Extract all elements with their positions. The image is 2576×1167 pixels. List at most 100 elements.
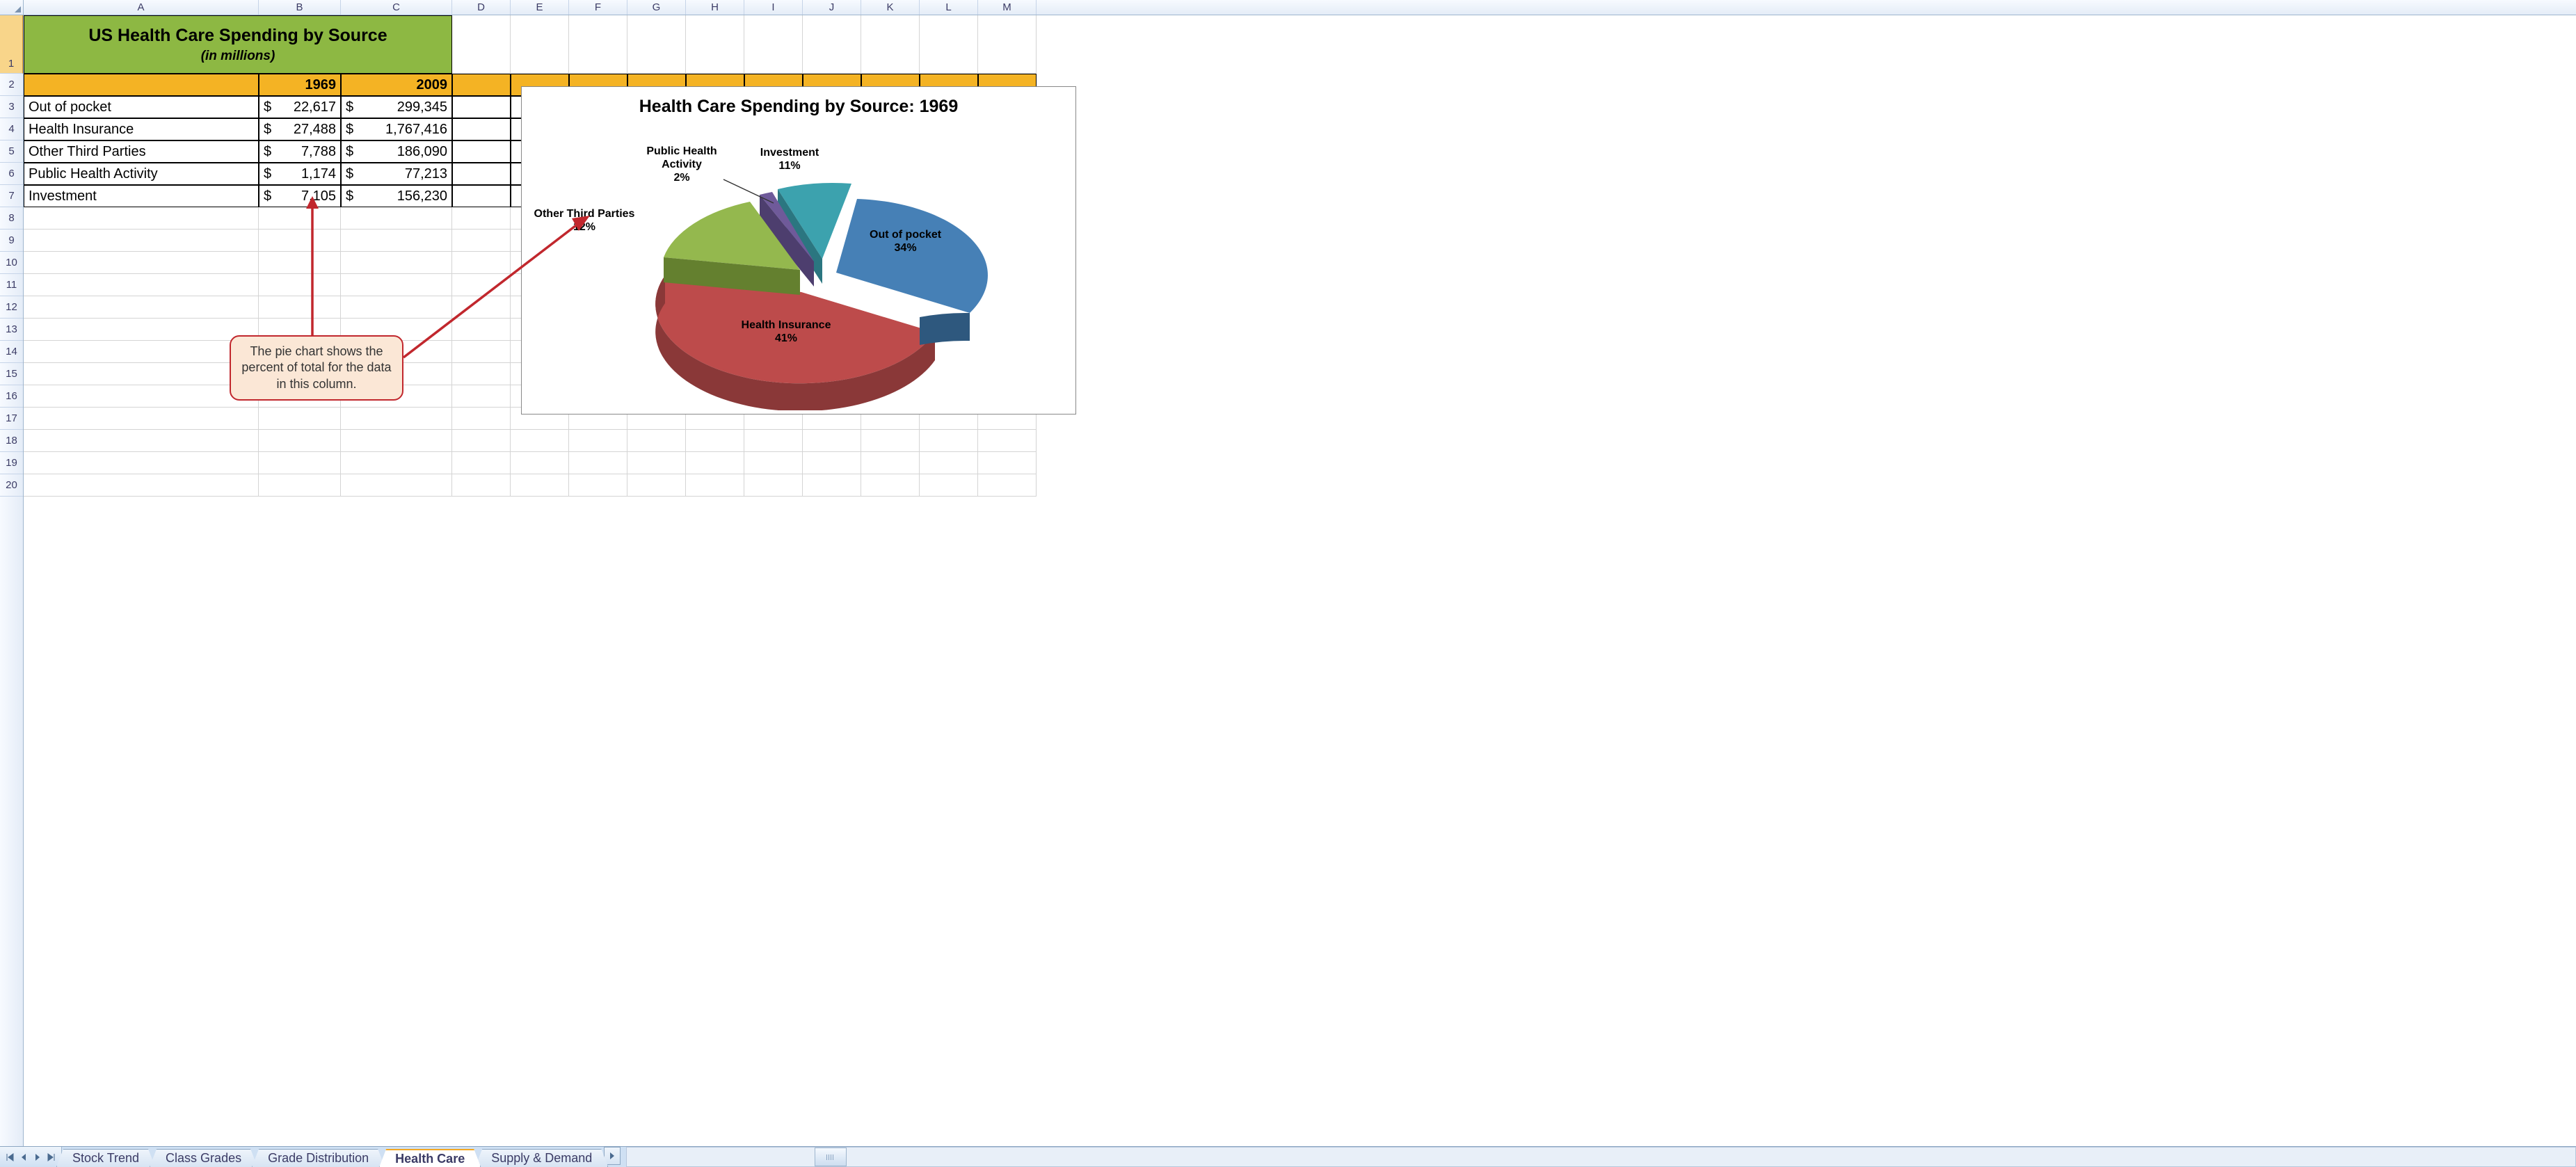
cell-M18[interactable] (978, 430, 1037, 452)
select-all-corner[interactable] (0, 0, 24, 15)
row-header-2[interactable]: 2 (0, 74, 23, 96)
cell-H19[interactable] (686, 452, 744, 474)
cell-G19[interactable] (627, 452, 686, 474)
cell-A14[interactable] (24, 341, 259, 363)
cell-D15[interactable] (452, 363, 511, 385)
cell-E20[interactable] (511, 474, 569, 497)
cell-E1[interactable] (511, 15, 569, 74)
cell-A6[interactable]: Public Health Activity (24, 163, 259, 185)
annotation-callout[interactable]: The pie chart shows the percent of total… (230, 335, 403, 401)
row-header-12[interactable]: 12 (0, 296, 23, 319)
cell-D4[interactable] (452, 118, 511, 140)
cell-L1[interactable] (920, 15, 978, 74)
cell-M1[interactable] (978, 15, 1037, 74)
cell-A15[interactable] (24, 363, 259, 385)
tab-scroll-right[interactable] (604, 1147, 621, 1165)
col-header-C[interactable]: C (341, 0, 452, 15)
cell-M20[interactable] (978, 474, 1037, 497)
col-header-D[interactable]: D (452, 0, 511, 15)
row-header-5[interactable]: 5 (0, 140, 23, 163)
hscroll-thumb[interactable] (815, 1148, 847, 1166)
cell-A12[interactable] (24, 296, 259, 319)
cell-C7[interactable]: $156,230 (341, 185, 452, 207)
cell-A7[interactable]: Investment (24, 185, 259, 207)
cell-L20[interactable] (920, 474, 978, 497)
sheet-tab-stock-trend[interactable]: Stock Trend (56, 1149, 155, 1167)
col-header-I[interactable]: I (744, 0, 803, 15)
row-header-15[interactable]: 15 (0, 363, 23, 385)
col-header-B[interactable]: B (259, 0, 341, 15)
col-header-H[interactable]: H (686, 0, 744, 15)
col-header-E[interactable]: E (511, 0, 569, 15)
row-header-17[interactable]: 17 (0, 408, 23, 430)
cell-D17[interactable] (452, 408, 511, 430)
tab-nav-last[interactable] (46, 1152, 57, 1163)
cell-C18[interactable] (341, 430, 452, 452)
cell-F20[interactable] (569, 474, 627, 497)
cell-B7[interactable]: $7,105 (259, 185, 341, 207)
row-header-11[interactable]: 11 (0, 274, 23, 296)
cell-B8[interactable] (259, 207, 341, 230)
cell-I20[interactable] (744, 474, 803, 497)
cell-K19[interactable] (861, 452, 920, 474)
row-header-7[interactable]: 7 (0, 185, 23, 207)
cell-B6[interactable]: $1,174 (259, 163, 341, 185)
cells-area[interactable]: US Health Care Spending by Source (in mi… (24, 15, 2576, 1146)
cell-H1[interactable] (686, 15, 744, 74)
cell-K20[interactable] (861, 474, 920, 497)
cell-D3[interactable] (452, 96, 511, 118)
cell-C5[interactable]: $186,090 (341, 140, 452, 163)
cell-M19[interactable] (978, 452, 1037, 474)
cell-G20[interactable] (627, 474, 686, 497)
cell-D7[interactable] (452, 185, 511, 207)
col-header-M[interactable]: M (978, 0, 1037, 15)
table-title[interactable]: US Health Care Spending by Source (in mi… (24, 15, 452, 74)
cell-E19[interactable] (511, 452, 569, 474)
horizontal-scrollbar[interactable] (626, 1147, 2576, 1167)
cell-K18[interactable] (861, 430, 920, 452)
cell-B20[interactable] (259, 474, 341, 497)
col-header-K[interactable]: K (861, 0, 920, 15)
cell-B5[interactable]: $7,788 (259, 140, 341, 163)
row-header-1[interactable]: 1 (0, 15, 23, 74)
cell-D20[interactable] (452, 474, 511, 497)
cell-D1[interactable] (452, 15, 511, 74)
cell-A9[interactable] (24, 230, 259, 252)
row-header-4[interactable]: 4 (0, 118, 23, 140)
cell-C4[interactable]: $1,767,416 (341, 118, 452, 140)
cell-H18[interactable] (686, 430, 744, 452)
row-header-18[interactable]: 18 (0, 430, 23, 452)
cell-D6[interactable] (452, 163, 511, 185)
cell-B12[interactable] (259, 296, 341, 319)
pie-chart[interactable]: Health Care Spending by Source: 1969 (521, 86, 1076, 415)
cell-B10[interactable] (259, 252, 341, 274)
cell-J20[interactable] (803, 474, 861, 497)
cell-I19[interactable] (744, 452, 803, 474)
row-header-10[interactable]: 10 (0, 252, 23, 274)
row-header-16[interactable]: 16 (0, 385, 23, 408)
col-header-J[interactable]: J (803, 0, 861, 15)
cell-A2[interactable] (24, 74, 259, 96)
cell-F19[interactable] (569, 452, 627, 474)
cell-H20[interactable] (686, 474, 744, 497)
cell-D16[interactable] (452, 385, 511, 408)
cell-L18[interactable] (920, 430, 978, 452)
tab-nav-first[interactable] (4, 1152, 15, 1163)
cell-A17[interactable] (24, 408, 259, 430)
cell-C6[interactable]: $77,213 (341, 163, 452, 185)
cell-D2[interactable] (452, 74, 511, 96)
cell-A5[interactable]: Other Third Parties (24, 140, 259, 163)
cell-B17[interactable] (259, 408, 341, 430)
cell-C3[interactable]: $299,345 (341, 96, 452, 118)
sheet-tab-supply-demand[interactable]: Supply & Demand (475, 1149, 608, 1167)
cell-A4[interactable]: Health Insurance (24, 118, 259, 140)
cell-K1[interactable] (861, 15, 920, 74)
header-2009[interactable]: 2009 (341, 74, 452, 96)
cell-A11[interactable] (24, 274, 259, 296)
row-header-6[interactable]: 6 (0, 163, 23, 185)
cell-B3[interactable]: $22,617 (259, 96, 341, 118)
cell-L19[interactable] (920, 452, 978, 474)
header-1969[interactable]: 1969 (259, 74, 341, 96)
cell-C19[interactable] (341, 452, 452, 474)
cell-A20[interactable] (24, 474, 259, 497)
